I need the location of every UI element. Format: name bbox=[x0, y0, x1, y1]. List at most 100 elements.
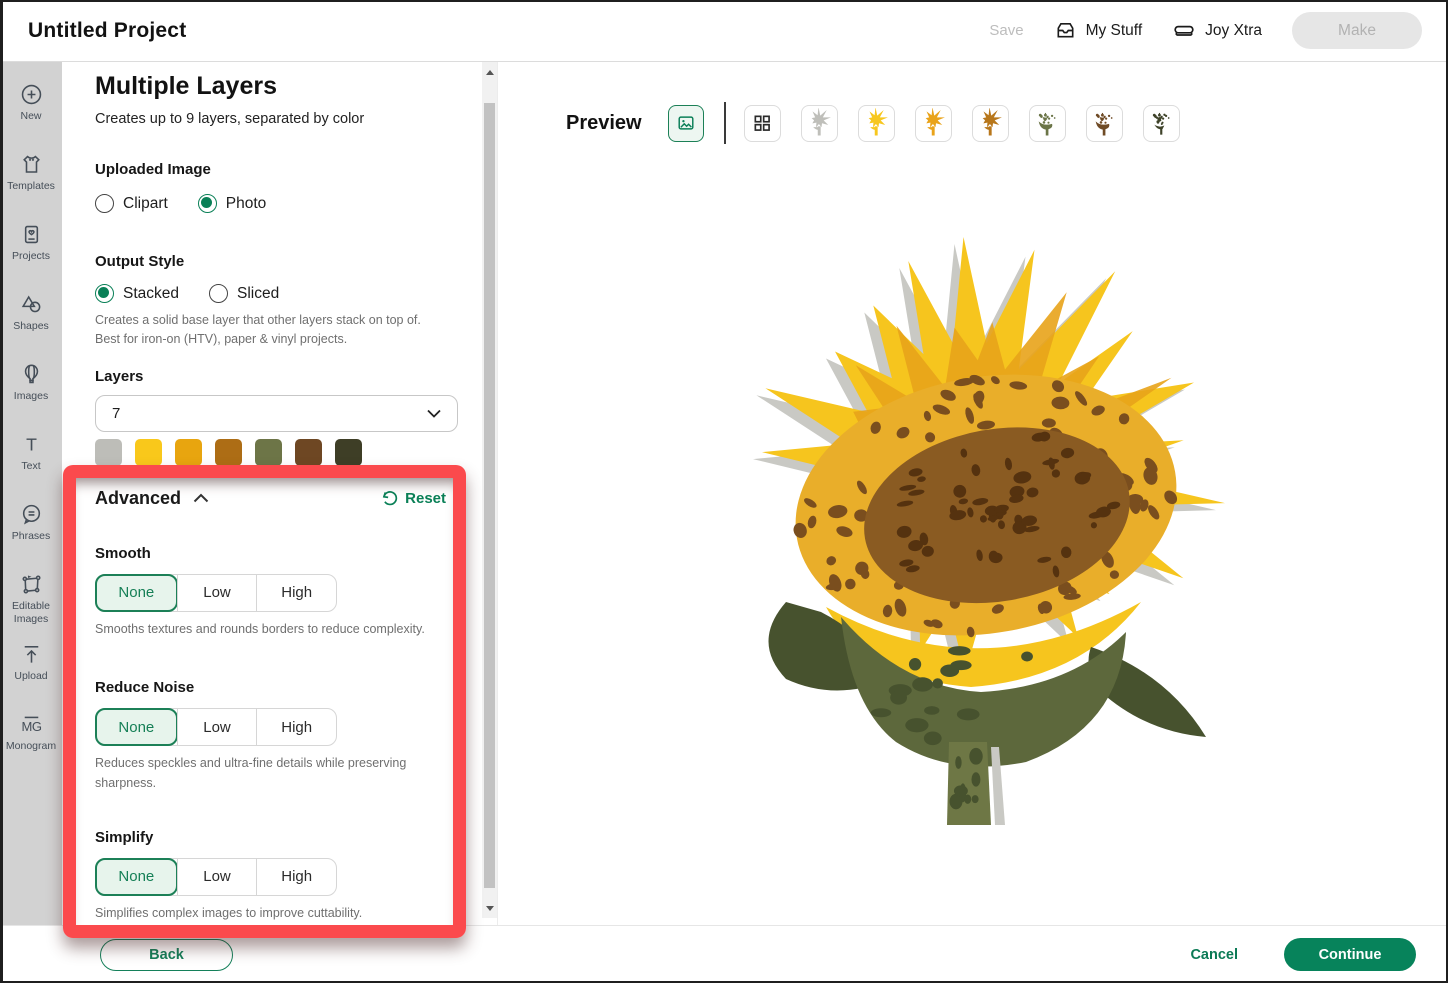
machine-label: Joy Xtra bbox=[1205, 22, 1262, 40]
save-button[interactable]: Save bbox=[989, 22, 1023, 39]
radio-circle[interactable] bbox=[209, 284, 228, 303]
advanced-header: Advanced Reset bbox=[95, 488, 458, 509]
simplify-option-low[interactable]: Low bbox=[177, 859, 257, 895]
smooth-option-high[interactable]: High bbox=[256, 575, 336, 611]
output-style-label: Output Style bbox=[95, 253, 458, 270]
continue-button[interactable]: Continue bbox=[1284, 938, 1416, 971]
smooth-label: Smooth bbox=[95, 545, 458, 562]
my-stuff-label: My Stuff bbox=[1086, 22, 1143, 40]
thumbnail-layer-6[interactable] bbox=[1086, 105, 1123, 142]
scroll-down-arrow[interactable] bbox=[482, 900, 497, 916]
footer-bar: Back Cancel Continue bbox=[0, 925, 1448, 983]
reduce-noise-description: Reduces speckles and ultra-fine details … bbox=[95, 754, 447, 793]
layer-swatch[interactable] bbox=[95, 439, 122, 466]
layers-dropdown[interactable]: 7 bbox=[95, 395, 458, 432]
tshirt-icon bbox=[19, 152, 44, 177]
sidebar-item-monogram[interactable]: MG Monogram bbox=[0, 704, 62, 774]
simplify-description: Simplifies complex images to improve cut… bbox=[95, 904, 447, 923]
sidebar-item-shapes[interactable]: Shapes bbox=[0, 284, 62, 354]
cancel-button[interactable]: Cancel bbox=[1190, 947, 1238, 963]
chevron-down-icon bbox=[427, 409, 441, 418]
layer-swatch[interactable] bbox=[295, 439, 322, 466]
radio-circle[interactable] bbox=[95, 194, 114, 213]
layers-value: 7 bbox=[112, 405, 120, 422]
layer-flower-icon bbox=[861, 108, 891, 138]
radio-sliced[interactable]: Sliced bbox=[209, 284, 279, 303]
thumbnail-layer-1[interactable] bbox=[801, 105, 838, 142]
layer-flower-icon bbox=[975, 108, 1005, 138]
smooth-segmented-control: None Low High bbox=[95, 574, 337, 612]
svg-text:T: T bbox=[26, 434, 37, 454]
sidebar-item-new[interactable]: New bbox=[0, 74, 62, 144]
thumbnail-layer-2[interactable] bbox=[858, 105, 895, 142]
my-stuff-button[interactable]: My Stuff bbox=[1054, 19, 1143, 42]
sidebar-item-templates[interactable]: Templates bbox=[0, 144, 62, 214]
radio-photo[interactable]: Photo bbox=[198, 194, 267, 213]
smooth-option-none[interactable]: None bbox=[95, 574, 178, 612]
project-title: Untitled Project bbox=[28, 19, 186, 43]
simplify-option-none[interactable]: None bbox=[95, 858, 178, 896]
layer-flower-icon bbox=[804, 108, 834, 138]
radio-stacked[interactable]: Stacked bbox=[95, 284, 179, 303]
layer-thumbnails bbox=[744, 105, 1180, 142]
layers-label: Layers bbox=[95, 368, 458, 385]
smooth-description: Smooths textures and rounds borders to r… bbox=[95, 620, 447, 639]
layer-swatch[interactable] bbox=[255, 439, 282, 466]
thumbnail-layer-7[interactable] bbox=[1143, 105, 1180, 142]
svg-text:MG: MG bbox=[21, 719, 41, 734]
app-window: Untitled Project Save My Stuff Joy Xtra … bbox=[0, 0, 1448, 983]
simplify-segmented-control: None Low High bbox=[95, 858, 337, 896]
make-button[interactable]: Make bbox=[1292, 12, 1422, 49]
chevron-up-icon bbox=[193, 493, 209, 503]
thumbnail-layer-4[interactable] bbox=[972, 105, 1009, 142]
image-view-button[interactable] bbox=[668, 105, 704, 142]
preview-label: Preview bbox=[566, 112, 642, 135]
thumbnail-all-layers[interactable] bbox=[744, 105, 781, 142]
thumbnail-layer-3[interactable] bbox=[915, 105, 952, 142]
layer-swatches bbox=[95, 439, 458, 466]
back-button[interactable]: Back bbox=[100, 939, 233, 971]
advanced-toggle[interactable]: Advanced bbox=[95, 488, 209, 509]
reset-undo-icon bbox=[379, 489, 398, 508]
upload-icon bbox=[19, 642, 44, 667]
smooth-option-low[interactable]: Low bbox=[177, 575, 257, 611]
machine-selector[interactable]: Joy Xtra bbox=[1172, 19, 1262, 43]
sidebar-item-editable-images[interactable]: Editable Images bbox=[0, 564, 62, 634]
panel-scrollbar[interactable] bbox=[482, 62, 497, 918]
sidebar-item-projects[interactable]: Projects bbox=[0, 214, 62, 284]
panel-subtitle: Creates up to 9 layers, separated by col… bbox=[95, 111, 458, 127]
image-icon bbox=[675, 112, 697, 134]
layer-swatch[interactable] bbox=[135, 439, 162, 466]
layer-swatch[interactable] bbox=[215, 439, 242, 466]
reduce-noise-option-none[interactable]: None bbox=[95, 708, 178, 746]
monogram-icon: MG bbox=[19, 712, 44, 737]
uploaded-image-label: Uploaded Image bbox=[95, 161, 458, 178]
sidebar-item-upload[interactable]: Upload bbox=[0, 634, 62, 704]
layer-swatch[interactable] bbox=[335, 439, 362, 466]
reduce-noise-option-high[interactable]: High bbox=[256, 709, 336, 745]
reset-button[interactable]: Reset bbox=[379, 489, 446, 508]
layer-flower-icon bbox=[918, 108, 948, 138]
top-bar: Untitled Project Save My Stuff Joy Xtra … bbox=[0, 0, 1448, 62]
simplify-option-high[interactable]: High bbox=[256, 859, 336, 895]
layer-flower-icon bbox=[1032, 108, 1062, 138]
preview-area: Preview bbox=[497, 62, 1448, 925]
left-sidebar: New Templates Projects Shapes Images T T… bbox=[0, 62, 62, 983]
radio-clipart[interactable]: Clipart bbox=[95, 194, 168, 213]
sidebar-item-images[interactable]: Images bbox=[0, 354, 62, 424]
scroll-up-arrow[interactable] bbox=[482, 64, 497, 80]
scrollbar-thumb[interactable] bbox=[484, 103, 495, 888]
radio-circle[interactable] bbox=[198, 194, 217, 213]
panel-title: Multiple Layers bbox=[95, 72, 458, 101]
speech-bubble-icon bbox=[19, 502, 44, 527]
shapes-icon bbox=[19, 292, 44, 317]
divider bbox=[724, 102, 726, 144]
sidebar-item-text[interactable]: T Text bbox=[0, 424, 62, 494]
grid-view-icon bbox=[747, 108, 777, 138]
reduce-noise-option-low[interactable]: Low bbox=[177, 709, 257, 745]
radio-circle[interactable] bbox=[95, 284, 114, 303]
sidebar-item-phrases[interactable]: Phrases bbox=[0, 494, 62, 564]
plus-circle-icon bbox=[19, 82, 44, 107]
layer-swatch[interactable] bbox=[175, 439, 202, 466]
thumbnail-layer-5[interactable] bbox=[1029, 105, 1066, 142]
